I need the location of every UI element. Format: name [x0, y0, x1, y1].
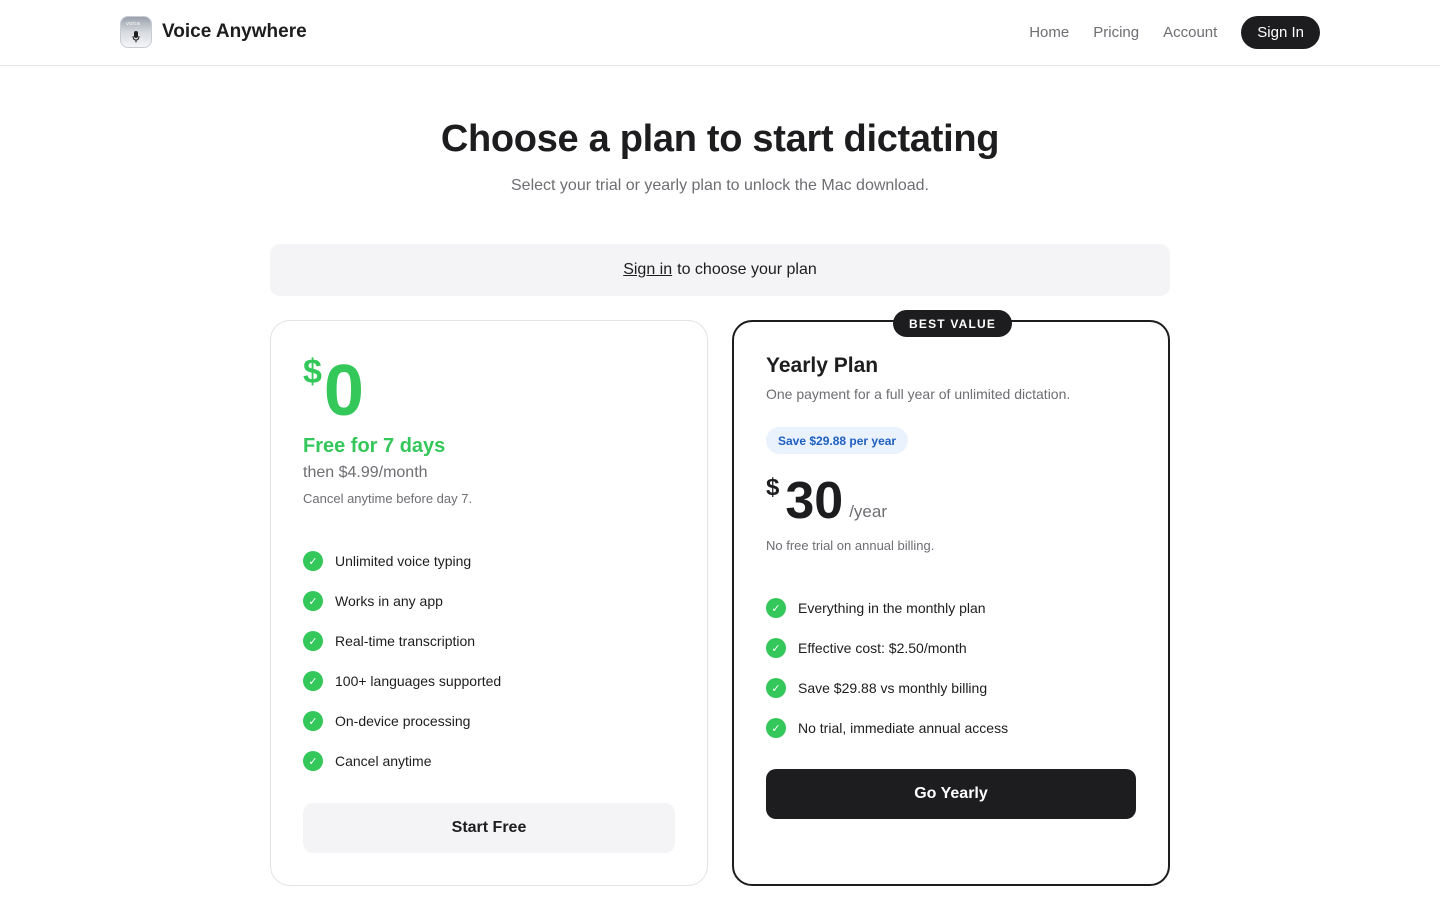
- yearly-plan-description: One payment for a full year of unlimited…: [766, 386, 1071, 402]
- feature-label: Save $29.88 vs monthly billing: [798, 680, 988, 696]
- yearly-price-period: /year: [849, 502, 887, 521]
- feature-label: Effective cost: $2.50/month: [798, 640, 967, 656]
- brand-name: Voice Anywhere: [162, 21, 307, 42]
- free-then-price: then $4.99/month: [303, 464, 428, 481]
- yearly-price-amount: 30: [785, 472, 844, 530]
- list-item: ✓ No trial, immediate annual access: [766, 708, 1008, 748]
- list-item: ✓ On-device processing: [303, 701, 501, 741]
- feature-label: Works in any app: [335, 593, 443, 609]
- save-badge: Save $29.88 per year: [766, 427, 909, 454]
- yearly-price-currency: $: [766, 474, 780, 501]
- list-item: ✓ Save $29.88 vs monthly billing: [766, 668, 1008, 708]
- go-yearly-button[interactable]: Go Yearly: [766, 769, 1136, 819]
- banner-text: to choose your plan: [677, 261, 817, 278]
- list-item: ✓ 100+ languages supported: [303, 661, 501, 701]
- feature-label: Real-time transcription: [335, 633, 476, 649]
- start-free-button[interactable]: Start Free: [303, 803, 675, 853]
- yearly-trial-note: No free trial on annual billing.: [766, 538, 935, 553]
- list-item: ✓ Unlimited voice typing: [303, 541, 501, 581]
- free-price-amount: 0: [323, 351, 364, 431]
- page-title: Choose a plan to start dictating: [440, 118, 1000, 160]
- free-headline: Free for 7 days: [303, 435, 446, 457]
- main-nav: Home Pricing Account Sign In: [1029, 16, 1320, 49]
- check-icon: ✓: [303, 551, 323, 571]
- nav-pricing[interactable]: Pricing: [1093, 24, 1139, 41]
- sign-in-button[interactable]: Sign In: [1241, 16, 1320, 49]
- check-icon: ✓: [303, 751, 323, 771]
- feature-label: Everything in the monthly plan: [798, 600, 986, 616]
- page-subtitle: Select your trial or yearly plan to unlo…: [511, 177, 929, 194]
- check-icon: ✓: [303, 631, 323, 651]
- list-item: ✓ Effective cost: $2.50/month: [766, 628, 1008, 668]
- yearly-plan-title: Yearly Plan: [766, 354, 879, 377]
- check-icon: ✓: [766, 638, 786, 658]
- top-header: voice Voice Anywhere Home Pricing Accoun…: [0, 0, 1440, 66]
- free-price: $ 0: [303, 351, 364, 431]
- list-item: ✓ Everything in the monthly plan: [766, 588, 1008, 628]
- check-icon: ✓: [303, 591, 323, 611]
- yearly-feature-list: ✓ Everything in the monthly plan ✓ Effecti…: [766, 588, 1008, 748]
- app-logo: voice: [120, 16, 152, 48]
- brand[interactable]: voice Voice Anywhere: [120, 16, 307, 48]
- check-icon: ✓: [303, 711, 323, 731]
- check-icon: ✓: [303, 671, 323, 691]
- nav-account[interactable]: Account: [1163, 24, 1217, 41]
- nav-home[interactable]: Home: [1029, 24, 1069, 41]
- sign-in-banner: Sign in to choose your plan: [270, 244, 1170, 296]
- list-item: ✓ Cancel anytime: [303, 741, 501, 781]
- best-value-badge: BEST VALUE: [893, 310, 1013, 337]
- check-icon: ✓: [766, 598, 786, 618]
- free-plan-card: $ 0 Free for 7 days then $4.99/month Can…: [270, 320, 708, 886]
- logo-caption: voice: [126, 21, 141, 27]
- list-item: ✓ Works in any app: [303, 581, 501, 621]
- yearly-price: $ 30 /year: [766, 470, 887, 532]
- feature-label: Cancel anytime: [335, 753, 432, 769]
- feature-label: On-device processing: [335, 713, 471, 729]
- feature-label: No trial, immediate annual access: [798, 720, 1009, 736]
- feature-label: Unlimited voice typing: [335, 553, 472, 569]
- yearly-plan-card: BEST VALUE Yearly Plan One payment for a…: [732, 310, 1170, 886]
- list-item: ✓ Real-time transcription: [303, 621, 501, 661]
- check-icon: ✓: [766, 678, 786, 698]
- check-icon: ✓: [766, 718, 786, 738]
- free-price-currency: $: [303, 353, 322, 391]
- free-cancel-note: Cancel anytime before day 7.: [303, 491, 473, 506]
- banner-sign-in-link[interactable]: Sign in: [623, 261, 672, 279]
- free-feature-list: ✓ Unlimited voice typing ✓ Works in any ap…: [303, 541, 501, 781]
- microphone-icon: [132, 31, 140, 43]
- feature-label: 100+ languages supported: [335, 673, 502, 689]
